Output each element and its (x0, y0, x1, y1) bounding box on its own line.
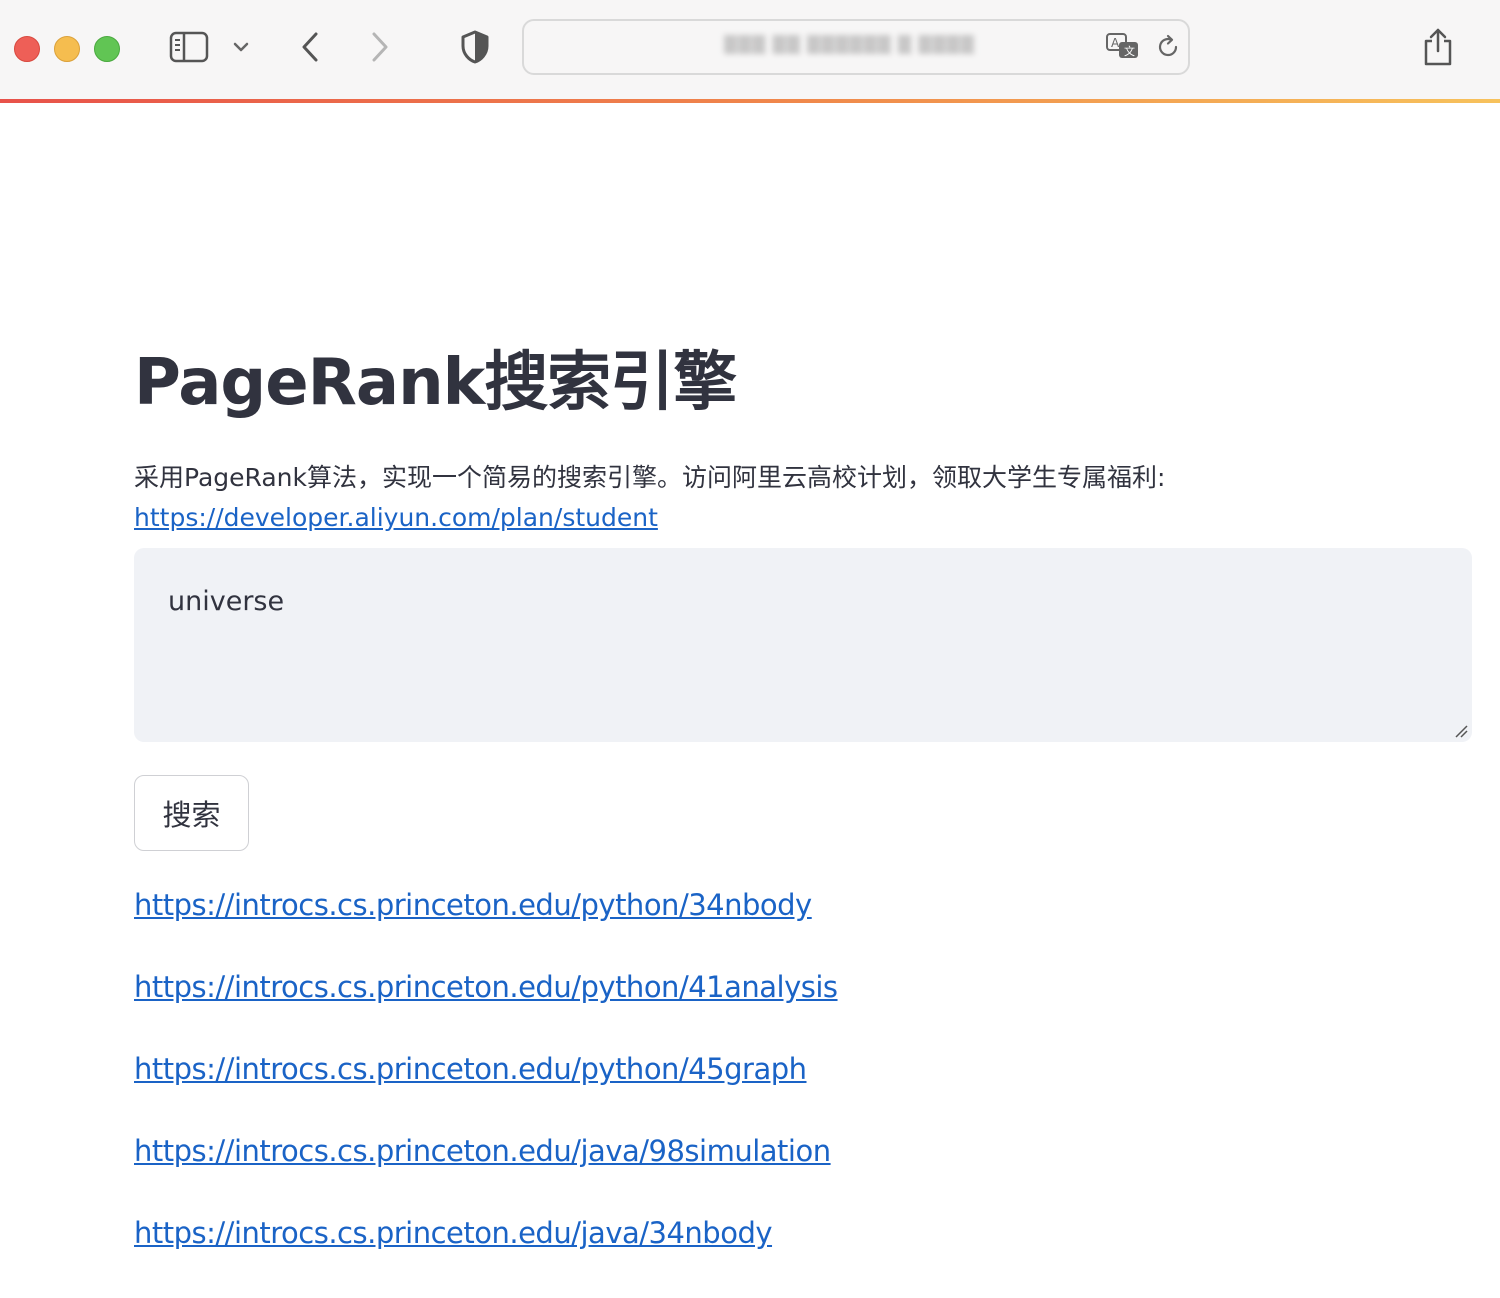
share-icon (1424, 28, 1452, 66)
back-button[interactable] (296, 30, 324, 64)
address-text: ▒▒▒ ▒▒ ▒▒▒▒▒▒ ▒ ▒▒▒▒ (724, 35, 975, 55)
translate-icon: A 文 (1106, 33, 1138, 58)
forward-button[interactable] (366, 30, 394, 64)
reload-icon (1158, 34, 1178, 57)
forward-arrow-icon (372, 32, 388, 62)
privacy-report-button[interactable] (458, 28, 492, 66)
chevron-down-icon (233, 42, 249, 52)
share-button[interactable] (1420, 26, 1456, 68)
result-link[interactable]: https://introcs.cs.princeton.edu/java/34… (134, 1216, 773, 1250)
result-link[interactable]: https://introcs.cs.princeton.edu/java/98… (134, 1134, 831, 1168)
result-item: https://introcs.cs.princeton.edu/python/… (134, 1052, 838, 1134)
result-item: https://introcs.cs.princeton.edu/java/98… (134, 1134, 838, 1216)
sidebar-menu-button[interactable] (230, 38, 252, 56)
window-maximize-button[interactable] (94, 36, 120, 62)
back-arrow-icon (302, 32, 318, 62)
reload-button[interactable] (1154, 33, 1182, 61)
search-input[interactable]: universe (134, 548, 1472, 742)
sidebar-toggle-button[interactable] (168, 30, 210, 64)
search-button[interactable]: 搜索 (134, 775, 249, 851)
browser-toolbar: ▒▒▒ ▒▒ ▒▒▒▒▒▒ ▒ ▒▒▒▒ A 文 (0, 0, 1500, 100)
page-description: 采用PageRank算法，实现一个简易的搜索引擎。访问阿里云高校计划，领取大学生… (134, 463, 1166, 492)
search-input-value: universe (168, 586, 285, 617)
shield-icon (461, 30, 489, 64)
student-plan-link[interactable]: https://developer.aliyun.com/plan/studen… (134, 503, 658, 532)
translate-button[interactable]: A 文 (1104, 31, 1142, 63)
svg-text:A: A (1111, 36, 1120, 50)
svg-text:文: 文 (1124, 44, 1135, 58)
result-item: https://introcs.cs.princeton.edu/python/… (134, 888, 838, 970)
resize-handle-icon[interactable] (1454, 724, 1468, 738)
page-title: PageRank搜索引擎 (134, 346, 737, 420)
result-item: https://introcs.cs.princeton.edu/java/34… (134, 1216, 838, 1298)
sidebar-icon (169, 31, 209, 63)
result-link[interactable]: https://introcs.cs.princeton.edu/python/… (134, 970, 838, 1004)
result-link[interactable]: https://introcs.cs.princeton.edu/python/… (134, 1052, 807, 1086)
window-close-button[interactable] (14, 36, 40, 62)
address-bar[interactable]: ▒▒▒ ▒▒ ▒▒▒▒▒▒ ▒ ▒▒▒▒ A 文 (522, 19, 1190, 75)
loading-accent-bar (0, 99, 1500, 103)
search-results-list: https://introcs.cs.princeton.edu/python/… (134, 888, 838, 1298)
result-item: https://introcs.cs.princeton.edu/python/… (134, 970, 838, 1052)
result-link[interactable]: https://introcs.cs.princeton.edu/python/… (134, 888, 812, 922)
window-minimize-button[interactable] (54, 36, 80, 62)
